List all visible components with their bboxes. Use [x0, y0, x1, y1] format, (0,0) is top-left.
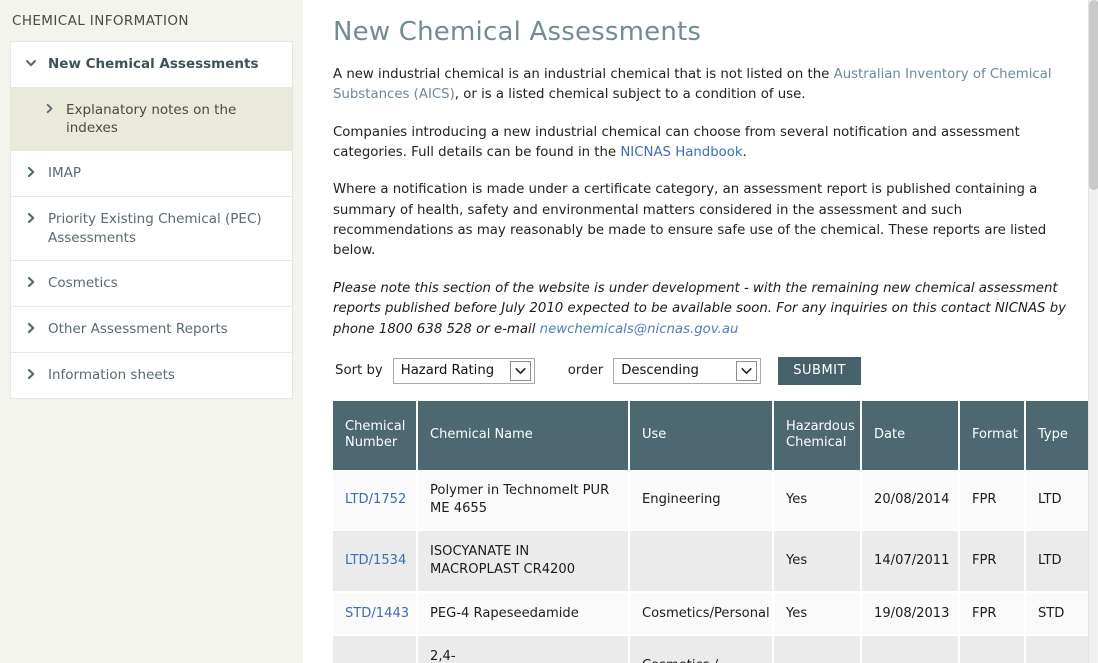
column-header-format[interactable]: Format — [959, 400, 1026, 470]
sort-by-select[interactable]: Hazard Rating — [392, 357, 535, 384]
sidebar-item-imap[interactable]: IMAP — [11, 151, 292, 198]
column-header-date[interactable]: Date — [861, 400, 960, 470]
sidebar-title: CHEMICAL INFORMATION — [12, 13, 189, 29]
chevron-right-icon — [23, 164, 39, 178]
cell-format: FPR — [959, 591, 1026, 637]
cell-format: FPR — [959, 530, 1026, 593]
chevron-down-icon — [736, 360, 758, 381]
intro-paragraph-1: A new industrial chemical is an industri… — [333, 65, 1063, 106]
sidebar-nav: New Chemical Assessments Explanatory not… — [10, 41, 293, 399]
submit-button[interactable]: SUBMIT — [778, 356, 861, 385]
cell-use — [629, 530, 774, 593]
newchemicals-email-link[interactable]: newchemicals@nicnas.gov.au — [540, 322, 739, 337]
page-title: New Chemical Assessments — [333, 17, 702, 47]
column-header-hazardous-chemical[interactable]: Hazardous Chemical — [773, 400, 862, 470]
sort-controls: Sort by Hazard Rating order Descending S… — [333, 356, 1086, 385]
chevron-right-icon — [23, 210, 39, 224]
chevron-down-icon — [509, 360, 531, 381]
cell-use: Cosmetics/Personal — [629, 591, 774, 637]
cell-type: STD — [1025, 591, 1089, 637]
chevron-down-icon — [23, 55, 39, 69]
paragraph-1-part-2: , or is a listed chemical subject to a c… — [454, 87, 806, 103]
nicnas-handbook-link[interactable]: NICNAS Handbook — [620, 145, 742, 160]
cell-chemical-number: LTD/1752 — [333, 469, 418, 532]
cell-hazardous: Yes — [773, 591, 862, 637]
cell-date: 12/07/2011 — [861, 635, 960, 663]
order-label: order — [567, 363, 604, 379]
cell-chemical-name: ISOCYANATE IN MACROPLAST CR4200 — [417, 530, 630, 593]
table-row: LTD/1534 ISOCYANATE IN MACROPLAST CR4200… — [333, 530, 1089, 593]
intro-paragraph-2: Companies introducing a new industrial c… — [333, 123, 1063, 164]
page-scrollbar[interactable] — [1088, 0, 1098, 663]
chevron-right-icon — [23, 320, 39, 334]
reports-table-head: Chemical Number Chemical Name Use Hazard… — [333, 400, 1089, 470]
column-header-chemical-name[interactable]: Chemical Name — [417, 400, 630, 470]
reports-table-body: LTD/1752 Polymer in Technomelt PUR ME 46… — [333, 469, 1089, 663]
cell-type: LTD — [1025, 530, 1089, 593]
cell-use: Cosmetics / Personal — [629, 635, 774, 663]
sidebar-item-other-assessment-reports[interactable]: Other Assessment Reports — [11, 306, 292, 353]
sidebar-item-label: Other Assessment Reports — [48, 320, 228, 337]
cell-chemical-name: PEG-4 Rapeseedamide — [417, 591, 630, 637]
cell-hazardous: Yes — [773, 469, 862, 532]
cell-date: 20/08/2014 — [861, 469, 960, 532]
cell-hazardous: Yes — [773, 635, 862, 663]
order-value: Descending — [621, 363, 699, 379]
cell-format: FPR — [959, 469, 1026, 532]
cell-date: 14/07/2011 — [861, 530, 960, 593]
cell-date: 19/08/2013 — [861, 591, 960, 637]
reports-table: Chemical Number Chemical Name Use Hazard… — [333, 400, 1089, 663]
sidebar-item-label: IMAP — [48, 165, 82, 182]
table-row: LTD/1528 2,4-DIAMINOPHENOXYETHANOL SULFA… — [333, 635, 1089, 663]
column-header-use[interactable]: Use — [629, 400, 774, 470]
sidebar-item-cosmetics[interactable]: Cosmetics — [11, 260, 292, 307]
paragraph-2-part-2: . — [742, 145, 747, 161]
chemical-number-link[interactable]: LTD/1752 — [345, 492, 406, 507]
chevron-right-icon — [23, 274, 39, 288]
cell-chemical-number: STD/1443 — [333, 591, 418, 637]
column-header-chemical-number[interactable]: Chemical Number — [333, 400, 418, 470]
order-select[interactable]: Descending — [613, 357, 762, 384]
cell-use: Engineering — [629, 469, 774, 532]
sort-by-value: Hazard Rating — [400, 363, 495, 379]
cell-type: LTD — [1025, 469, 1089, 532]
development-note: Please note this section of the website … — [333, 279, 1073, 341]
cell-chemical-name: Polymer in Technomelt PUR ME 4655 — [417, 469, 630, 532]
cell-hazardous: Yes — [773, 530, 862, 593]
sidebar-item-label: Priority Existing Chemical (PEC) Assessm… — [48, 211, 262, 246]
column-header-type[interactable]: Type — [1025, 400, 1089, 470]
sidebar-item-explanatory-notes[interactable]: Explanatory notes on the indexes — [11, 88, 292, 152]
sidebar-item-label: Explanatory notes on the indexes — [66, 102, 237, 137]
cell-format: FPR — [959, 635, 1026, 663]
table-header-row: Chemical Number Chemical Name Use Hazard… — [333, 400, 1089, 470]
cell-chemical-number: LTD/1528 — [333, 635, 418, 663]
sidebar-item-new-chemical-assessments[interactable]: New Chemical Assessments — [11, 42, 292, 88]
paragraph-1-part-1: A new industrial chemical is an industri… — [333, 67, 834, 82]
page-root: CHEMICAL INFORMATION New Chemical Assess… — [0, 0, 1098, 663]
cell-chemical-number: LTD/1534 — [333, 530, 418, 593]
sidebar-item-label: Cosmetics — [48, 274, 118, 291]
sidebar-item-label: New Chemical Assessments — [48, 56, 259, 72]
sidebar-item-information-sheets[interactable]: Information sheets — [11, 352, 292, 399]
table-row: STD/1443 PEG-4 Rapeseedamide Cosmetics/P… — [333, 591, 1089, 637]
sidebar: CHEMICAL INFORMATION New Chemical Assess… — [0, 0, 303, 663]
cell-type: LTD — [1025, 635, 1089, 663]
chemical-number-link[interactable]: LTD/1534 — [345, 553, 406, 568]
table-row: LTD/1752 Polymer in Technomelt PUR ME 46… — [333, 469, 1089, 532]
main-content: New Chemical Assessments A new industria… — [303, 0, 1098, 663]
sidebar-item-label: Information sheets — [48, 366, 175, 383]
chevron-right-icon — [41, 101, 57, 114]
cell-chemical-name: 2,4-DIAMINOPHENOXYETHANOL SULFATE — [417, 635, 630, 663]
chevron-right-icon — [23, 366, 39, 380]
chemical-number-link[interactable]: STD/1443 — [345, 606, 409, 621]
intro-paragraph-3: Where a notification is made under a cer… — [333, 182, 1047, 259]
sort-by-label: Sort by — [335, 363, 383, 379]
reports-table-wrapper: Chemical Number Chemical Name Use Hazard… — [333, 400, 1089, 663]
scrollbar-thumb[interactable] — [1089, 0, 1098, 190]
sidebar-item-pec-assessments[interactable]: Priority Existing Chemical (PEC) Assessm… — [11, 197, 292, 261]
